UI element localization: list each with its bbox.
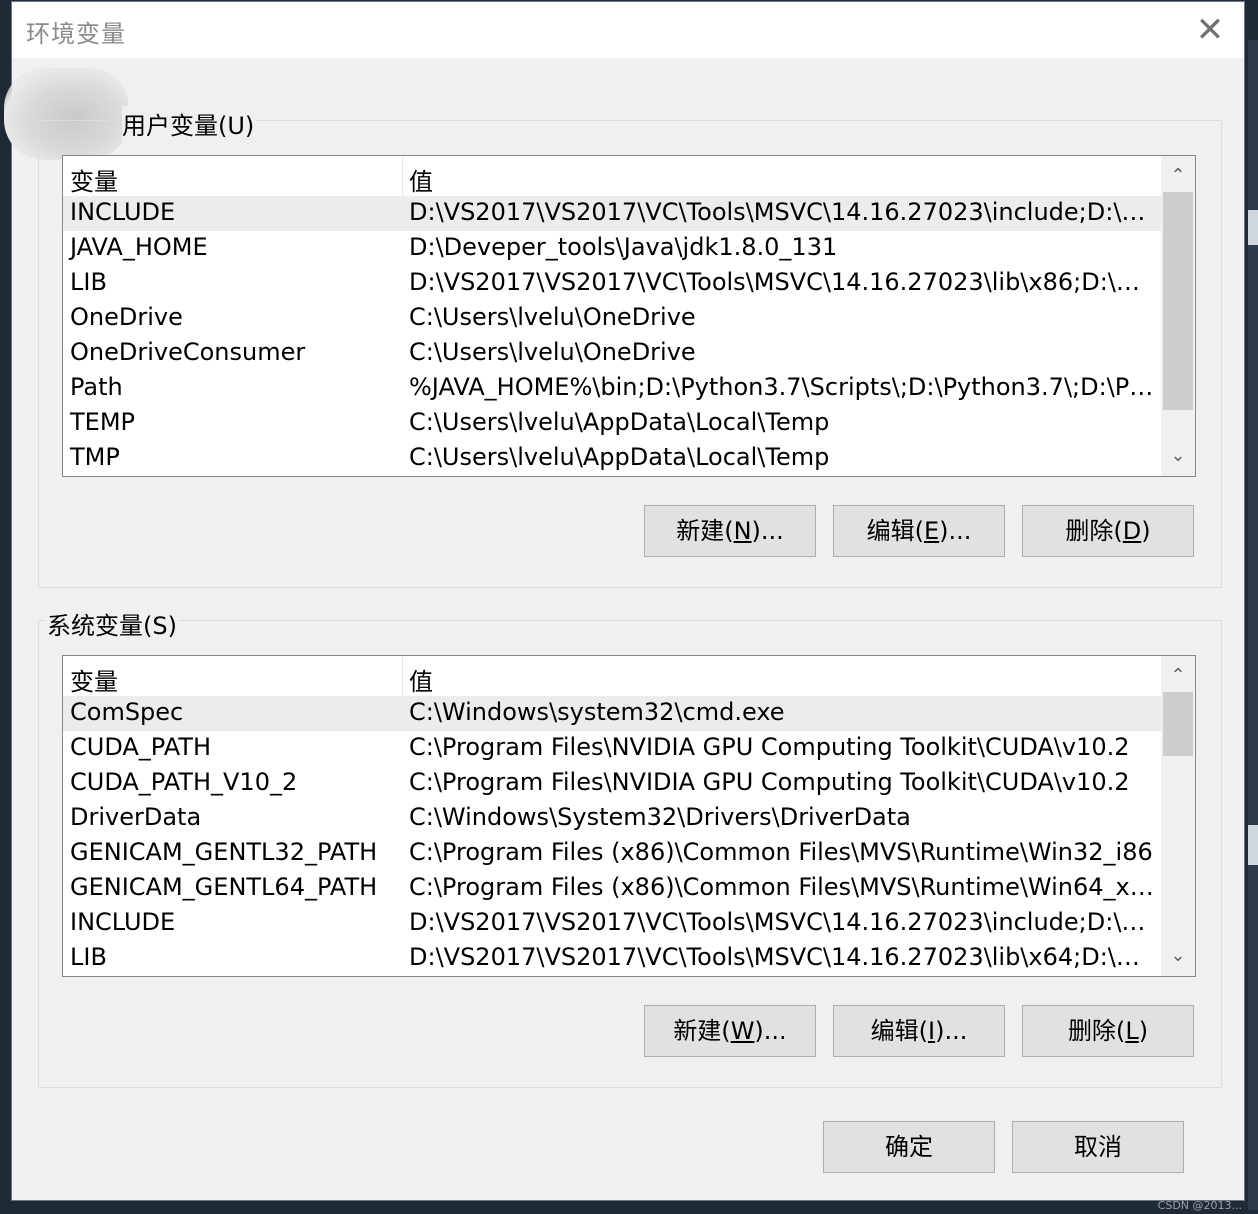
variable-value: C:\Program Files\NVIDIA GPU Computing To… [409, 768, 1130, 796]
user-new-button[interactable]: 新建(N)... [644, 505, 816, 557]
scroll-thumb[interactable] [1163, 192, 1193, 410]
variable-value: D:\Deveper_tools\Java\jdk1.8.0_131 [409, 233, 838, 261]
user-delete-button[interactable]: 删除(D) [1022, 505, 1194, 557]
user-edit-button[interactable]: 编辑(E)... [833, 505, 1005, 557]
column-header-value[interactable]: 值 [409, 162, 433, 197]
scroll-down-icon[interactable]: ⌄ [1161, 939, 1195, 973]
variable-name: GENICAM_GENTL64_PATH [70, 873, 378, 901]
watermark: CSDN @2013... [1157, 1199, 1242, 1212]
column-header-value[interactable]: 值 [409, 662, 433, 697]
system-variables-rows: ComSpec C:\Windows\system32\cmd.exe CUDA_P… [63, 696, 1161, 976]
table-row[interactable]: Path %JAVA_HOME%\bin;D:\Python3.7\Scripts… [63, 371, 1161, 406]
scroll-thumb[interactable] [1163, 692, 1193, 756]
column-header-variable[interactable]: 变量 [70, 662, 118, 697]
system-variables-list[interactable]: 变量 值 ComSpec C:\Windows\system32\cmd.exe C… [62, 655, 1196, 977]
list-header: 变量 值 [63, 156, 1161, 196]
table-row[interactable]: GENICAM_GENTL64_PATH C:\Program Files (x8… [63, 871, 1161, 906]
scroll-down-icon[interactable]: ⌄ [1161, 439, 1195, 473]
variable-name: Path [70, 373, 123, 401]
table-row[interactable]: DriverData C:\Windows\System32\Drivers\Dr… [63, 801, 1161, 836]
variable-value: C:\Program Files\NVIDIA GPU Computing To… [409, 733, 1130, 761]
variable-value: D:\VS2017\VS2017\VC\Tools\MSVC\14.16.270… [409, 268, 1155, 296]
table-row[interactable]: JAVA_HOME D:\Deveper_tools\Java\jdk1.8.0_… [63, 231, 1161, 266]
list-header: 变量 值 [63, 656, 1161, 696]
scroll-up-icon[interactable]: ⌃ [1161, 659, 1195, 693]
table-row[interactable]: TEMP C:\Users\lvelu\AppData\Local\Temp [63, 406, 1161, 441]
close-button[interactable]: ✕ [1188, 8, 1232, 52]
table-row[interactable]: CUDA_PATH_V10_2 C:\Program Files\NVIDIA G… [63, 766, 1161, 801]
variable-value: C:\Users\lvelu\AppData\Local\Temp [409, 408, 830, 436]
background-desktop-strip [1248, 40, 1258, 1210]
variable-value: C:\Users\lvelu\OneDrive [409, 338, 696, 366]
environment-variables-dialog: 环境变量 ✕ 用户变量(U) 变量 值 INCLUDE D:\VS2017\VS2… [4, 2, 1244, 1200]
table-row[interactable]: GENICAM_GENTL32_PATH C:\Program Files (x8… [63, 836, 1161, 871]
system-edit-button[interactable]: 编辑(I)... [833, 1005, 1005, 1057]
close-icon: ✕ [1195, 10, 1225, 50]
variable-name: CUDA_PATH [70, 733, 211, 761]
variable-name: INCLUDE [70, 908, 176, 936]
cancel-button[interactable]: 取消 [1012, 1121, 1184, 1173]
table-row[interactable]: TMP C:\Users\lvelu\AppData\Local\Temp [63, 441, 1161, 476]
table-row[interactable]: ComSpec C:\Windows\system32\cmd.exe [63, 696, 1161, 731]
column-divider[interactable] [402, 156, 403, 196]
system-list-scrollbar[interactable]: ⌃ ⌄ [1161, 656, 1195, 976]
variable-name: INCLUDE [70, 198, 176, 226]
table-row[interactable]: INCLUDE D:\VS2017\VS2017\VC\Tools\MSVC\14… [63, 196, 1161, 231]
system-variables-label: 系统变量(S) [45, 606, 179, 641]
variable-value: C:\Users\lvelu\AppData\Local\Temp [409, 443, 830, 471]
user-variables-rows: INCLUDE D:\VS2017\VS2017\VC\Tools\MSVC\14… [63, 196, 1161, 476]
variable-name: TMP [70, 443, 120, 471]
title-bar: 环境变量 ✕ [12, 2, 1244, 58]
variable-name: OneDrive [70, 303, 183, 331]
variable-name: LIB [70, 268, 107, 296]
table-row[interactable]: CUDA_PATH C:\Program Files\NVIDIA GPU Com… [63, 731, 1161, 766]
variable-name: TEMP [70, 408, 136, 436]
system-new-button[interactable]: 新建(W)... [644, 1005, 816, 1057]
user-list-scrollbar[interactable]: ⌃ ⌄ [1161, 156, 1195, 476]
table-row[interactable]: OneDriveConsumer C:\Users\lvelu\OneDrive [63, 336, 1161, 371]
column-divider[interactable] [402, 656, 403, 696]
variable-value: D:\VS2017\VS2017\VC\Tools\MSVC\14.16.270… [409, 908, 1155, 936]
column-header-variable[interactable]: 变量 [70, 162, 118, 197]
system-delete-button[interactable]: 删除(L) [1022, 1005, 1194, 1057]
scroll-up-icon[interactable]: ⌃ [1161, 159, 1195, 193]
variable-value: C:\Program Files (x86)\Common Files\MVS\… [409, 873, 1155, 901]
table-row[interactable]: INCLUDE D:\VS2017\VS2017\VC\Tools\MSVC\14… [63, 906, 1161, 941]
variable-value: C:\Windows\System32\Drivers\DriverData [409, 803, 911, 831]
variable-name: OneDriveConsumer [70, 338, 306, 366]
variable-name: CUDA_PATH_V10_2 [70, 768, 298, 796]
variable-value: C:\Program Files (x86)\Common Files\MVS\… [409, 838, 1153, 866]
variable-name: DriverData [70, 803, 202, 831]
variable-name: LIB [70, 943, 107, 971]
ok-button[interactable]: 确定 [823, 1121, 995, 1173]
variable-name: ComSpec [70, 698, 184, 726]
table-row[interactable]: LIB D:\VS2017\VS2017\VC\Tools\MSVC\14.16.… [63, 941, 1161, 976]
variable-value: %JAVA_HOME%\bin;D:\Python3.7\Scripts\;D:… [409, 373, 1155, 401]
table-row[interactable]: LIB D:\VS2017\VS2017\VC\Tools\MSVC\14.16.… [63, 266, 1161, 301]
dialog-title: 环境变量 [26, 20, 126, 48]
variable-value: C:\Windows\system32\cmd.exe [409, 698, 785, 726]
user-variables-list[interactable]: 变量 值 INCLUDE D:\VS2017\VS2017\VC\Tools\MS… [62, 155, 1196, 477]
variable-name: JAVA_HOME [70, 233, 208, 261]
variable-name: GENICAM_GENTL32_PATH [70, 838, 378, 866]
user-variables-label: 用户变量(U) [122, 106, 257, 141]
variable-value: C:\Users\lvelu\OneDrive [409, 303, 696, 331]
variable-value: D:\VS2017\VS2017\VC\Tools\MSVC\14.16.270… [409, 943, 1155, 971]
table-row[interactable]: OneDrive C:\Users\lvelu\OneDrive [63, 301, 1161, 336]
variable-value: D:\VS2017\VS2017\VC\Tools\MSVC\14.16.270… [409, 198, 1155, 226]
